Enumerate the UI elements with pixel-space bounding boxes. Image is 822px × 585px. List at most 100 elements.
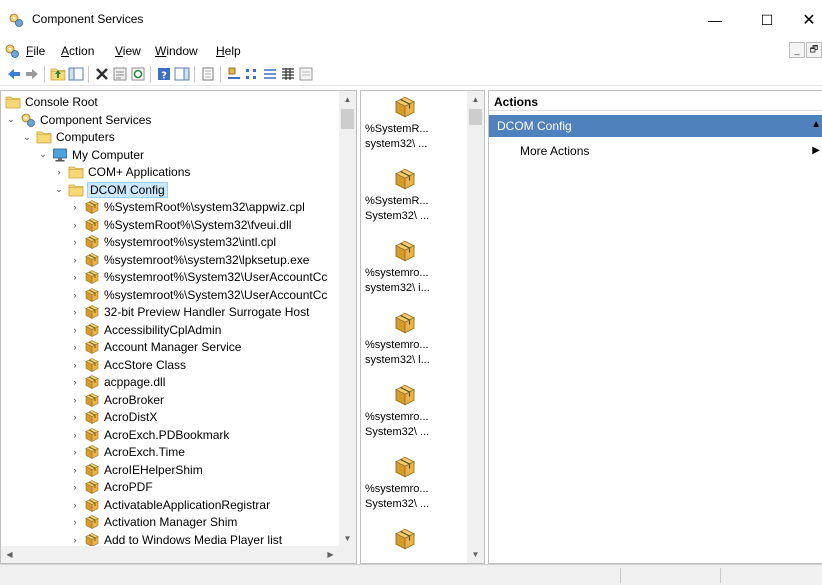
tree-node[interactable]: › AcroBroker [69,391,165,409]
collapsed-chevron-icon[interactable]: › [69,447,81,457]
menu-action[interactable]: Action [61,44,94,58]
tree-node[interactable]: › AcroDistX [69,408,158,426]
scroll-left-arrow[interactable]: ◀ [1,546,18,563]
collapsed-chevron-icon[interactable]: › [69,535,81,545]
more-actions-item[interactable]: More Actions [520,144,589,158]
list-item[interactable]: %systemro... system32\ l... [365,311,465,368]
list-item[interactable]: %SystemR... system32\ ... [365,95,465,152]
large-icons-view-icon[interactable] [226,66,242,82]
result-list-pane[interactable]: %SystemR... system32\ ... %SystemR... Syste… [360,90,485,564]
tree-node[interactable]: › AcroExch.PDBookmark [69,426,230,444]
delete-icon[interactable] [94,66,110,82]
properties-icon[interactable] [112,66,128,82]
menu-file[interactable]: File [26,44,45,58]
tree-node[interactable]: › %systemroot%\system32\lpksetup.exe [69,251,310,269]
maximize-button[interactable]: ☐ [744,0,790,40]
tree-node[interactable]: › %systemroot%\system32\intl.cpl [69,233,277,251]
collapsed-chevron-icon[interactable]: › [69,325,81,335]
list-item[interactable]: %systemro... system32\ i... [365,239,465,296]
collapsed-chevron-icon[interactable]: › [69,255,81,265]
collapsed-chevron-icon[interactable]: › [69,430,81,440]
close-button[interactable]: ✕ [786,0,822,40]
status-view-icon[interactable] [298,66,314,82]
tree-node[interactable]: › %systemroot%\System32\UserAccountCc [69,286,328,304]
tree-node[interactable]: › AccStore Class [69,356,187,374]
list-item[interactable] [365,527,465,554]
tree-vertical-scrollbar[interactable]: ▲ ▼ [339,91,356,547]
collapsed-chevron-icon[interactable]: › [53,167,65,177]
tree-node[interactable]: › %SystemRoot%\system32\appwiz.cpl [69,198,305,216]
list-vertical-scrollbar[interactable]: ▲ ▼ [467,91,484,563]
tree-node[interactable]: ⌄ Component Services [5,111,151,129]
list-item[interactable]: %systemro... System32\ ... [365,455,465,512]
tree-node[interactable]: › ActivatableApplicationRegistrar [69,496,271,514]
collapsed-chevron-icon[interactable]: › [69,360,81,370]
collapsed-chevron-icon[interactable]: › [69,465,81,475]
list-view-icon[interactable] [262,66,278,82]
help-icon[interactable]: ? [156,66,172,82]
refresh-icon[interactable] [130,66,146,82]
tree-node[interactable]: › acppage.dll [69,373,166,391]
collapsed-chevron-icon[interactable]: › [69,500,81,510]
expanded-chevron-icon[interactable]: ⌄ [21,132,33,143]
tree-node[interactable]: Console Root [5,93,98,111]
tree-node[interactable]: ⌄ My Computer [37,146,144,164]
scroll-up-arrow[interactable]: ▲ [339,91,356,108]
show-hide-action-pane-icon[interactable] [174,66,190,82]
collapse-icon[interactable]: ▲ [811,119,821,130]
scroll-thumb[interactable] [341,109,354,129]
tree-node[interactable]: › AccessibilityCplAdmin [69,321,222,339]
menu-view[interactable]: View [115,44,141,58]
show-hide-tree-icon[interactable] [68,66,84,82]
expanded-chevron-icon[interactable]: ⌄ [53,184,65,195]
collapsed-chevron-icon[interactable]: › [69,395,81,405]
tree-node[interactable]: › AcroExch.Time [69,443,185,461]
tree-horizontal-scrollbar[interactable]: ◀ ▶ [1,546,339,563]
scroll-right-arrow[interactable]: ▶ [322,546,339,563]
collapsed-chevron-icon[interactable]: › [69,412,81,422]
collapsed-chevron-icon[interactable]: › [69,517,81,527]
tree-node[interactable]: › Account Manager Service [69,338,242,356]
scroll-thumb[interactable] [469,109,482,125]
expanded-chevron-icon[interactable]: ⌄ [5,114,17,125]
detail-view-icon[interactable] [280,66,296,82]
system-menu-icon[interactable] [4,43,20,59]
tree-node[interactable]: › 32-bit Preview Handler Surrogate Host [69,303,310,321]
scroll-down-arrow[interactable]: ▼ [467,546,484,563]
up-folder-icon[interactable] [50,66,66,82]
tree-node[interactable]: › AcroPDF [69,478,153,496]
console-tree[interactable]: Console Root ⌄ Component Services ⌄ Computer… [0,90,357,564]
collapsed-chevron-icon[interactable]: › [69,307,81,317]
list-item[interactable]: %systemro... System32\ ... [365,383,465,440]
child-minimize-button[interactable]: _ [789,42,805,58]
collapsed-chevron-icon[interactable]: › [69,290,81,300]
tree-node[interactable]: › %SystemRoot%\System32\fveui.dll [69,216,292,234]
tree-node[interactable]: › AcroIEHelperShim [69,461,203,479]
child-restore-button[interactable]: 🗗 [806,42,822,58]
list-item[interactable]: %SystemR... System32\ ... [365,167,465,224]
forward-icon[interactable] [24,66,40,82]
scroll-down-arrow[interactable]: ▼ [339,530,356,547]
collapsed-chevron-icon[interactable]: › [69,220,81,230]
small-icons-view-icon[interactable] [244,66,260,82]
expanded-chevron-icon[interactable]: ⌄ [37,149,49,160]
actions-section-dcom-config[interactable]: DCOM Config ▲ [489,115,822,137]
collapsed-chevron-icon[interactable]: › [69,342,81,352]
collapsed-chevron-icon[interactable]: › [69,272,81,282]
back-icon[interactable] [6,66,22,82]
collapsed-chevron-icon[interactable]: › [69,377,81,387]
tree-node[interactable]: › COM+ Applications [53,163,191,181]
tree-node[interactable]: ⌄ DCOM Config [53,181,168,199]
collapsed-chevron-icon[interactable]: › [69,482,81,492]
collapsed-chevron-icon[interactable]: › [69,202,81,212]
export-list-icon[interactable] [200,66,216,82]
tree-node-label: Computers [56,130,115,144]
scroll-up-arrow[interactable]: ▲ [467,91,484,108]
tree-node[interactable]: › Activation Manager Shim [69,513,238,531]
menu-help[interactable]: Help [216,44,241,58]
tree-node[interactable]: ⌄ Computers [21,128,115,146]
collapsed-chevron-icon[interactable]: › [69,237,81,247]
tree-node[interactable]: › %systemroot%\System32\UserAccountCc [69,268,328,286]
minimize-button[interactable]: — [692,0,738,40]
menu-window[interactable]: Window [155,44,198,58]
